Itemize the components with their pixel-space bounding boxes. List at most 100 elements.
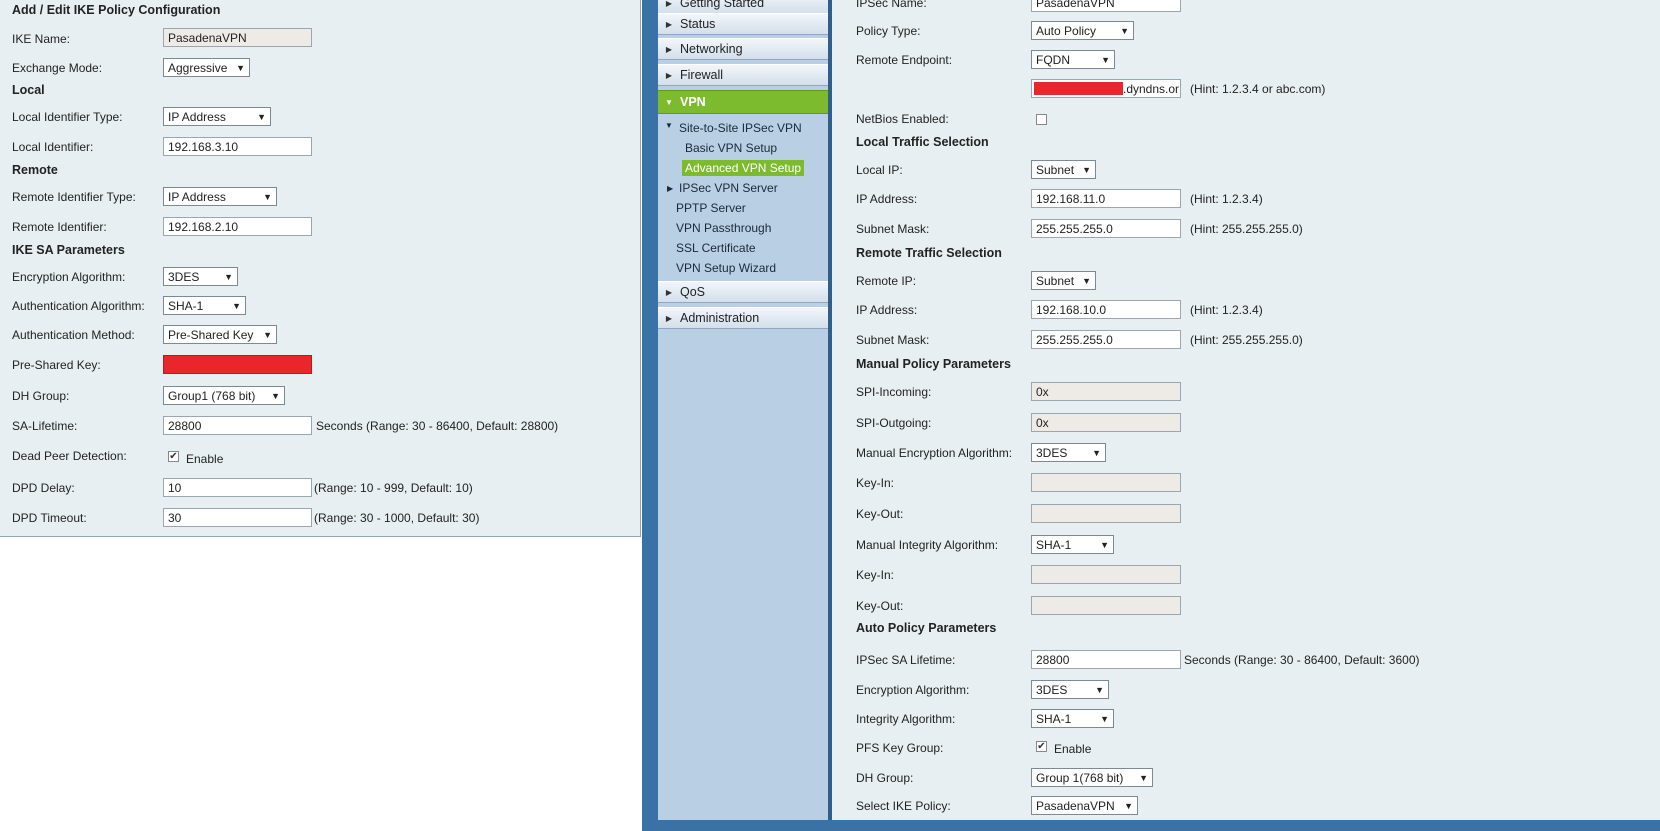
- triangle-down-icon: ▼: [665, 97, 673, 107]
- remote-id-field[interactable]: 192.168.2.10: [163, 217, 312, 236]
- remote-id-type-select[interactable]: IP Address ▼: [163, 187, 277, 206]
- key-out-label: Key-Out:: [856, 507, 904, 521]
- triangle-right-icon: ▶: [665, 287, 673, 297]
- manual-integrity-label: Manual Integrity Algorithm:: [856, 538, 999, 552]
- auto-integrity-label: Integrity Algorithm:: [856, 712, 956, 726]
- local-ip-select[interactable]: Subnet ▼: [1031, 160, 1096, 179]
- local-mask-field[interactable]: 255.255.255.0: [1031, 219, 1181, 238]
- nav-qos[interactable]: ▶ QoS: [658, 281, 828, 303]
- local-ip-value: Subnet: [1036, 162, 1075, 177]
- auto-encryption-value: 3DES: [1036, 682, 1068, 697]
- remote-mask-field[interactable]: 255.255.255.0: [1031, 330, 1181, 349]
- remote-endpoint-select[interactable]: FQDN ▼: [1031, 50, 1115, 69]
- nav-administration[interactable]: ▶ Administration: [658, 307, 828, 329]
- pfs-enable-label: Enable: [1054, 742, 1092, 756]
- nav-getting-started[interactable]: ▶ Getting Started: [658, 0, 828, 14]
- psk-label: Pre-Shared Key:: [12, 358, 101, 372]
- nav-vpn-label: VPN: [680, 95, 706, 109]
- auto-policy-heading: Auto Policy Parameters: [856, 621, 997, 635]
- auto-dh-group-label: DH Group:: [856, 771, 914, 785]
- remote-heading: Remote: [12, 163, 58, 177]
- pfs-label: PFS Key Group:: [856, 741, 944, 755]
- ipsec-name-field[interactable]: PasadenaVPN: [1031, 0, 1181, 12]
- select-ike-policy-select[interactable]: PasadenaVPN ▼: [1031, 796, 1138, 815]
- page-title: Add / Edit IKE Policy Configuration: [12, 3, 221, 17]
- manual-integrity-select[interactable]: SHA-1 ▼: [1031, 535, 1114, 554]
- dpd-delay-hint: (Range: 10 - 999, Default: 10): [314, 481, 473, 495]
- nav-administration-label: Administration: [680, 311, 760, 325]
- ike-name-field[interactable]: PasadenaVPN: [163, 28, 312, 47]
- spi-outgoing-field[interactable]: 0x: [1031, 413, 1181, 432]
- ipsec-policy-panel: [832, 0, 1660, 820]
- auto-dh-group-select[interactable]: Group 1(768 bit) ▼: [1031, 768, 1153, 787]
- sa-lifetime-field[interactable]: 28800: [163, 416, 312, 435]
- remote-endpoint-label: Remote Endpoint:: [856, 53, 953, 67]
- remote-endpoint-address-field[interactable]: .dyndns.or: [1031, 79, 1181, 98]
- pfs-checkbox[interactable]: ✔: [1036, 741, 1047, 752]
- dpd-checkbox[interactable]: ✔: [168, 451, 179, 462]
- dpd-delay-field[interactable]: 10: [163, 478, 312, 497]
- auth-algorithm-select[interactable]: SHA-1 ▼: [163, 296, 246, 315]
- nav-ipsec-vpn-server[interactable]: IPSec VPN Server: [679, 181, 778, 195]
- dpd-timeout-field[interactable]: 30: [163, 508, 312, 527]
- spi-incoming-field[interactable]: 0x: [1031, 382, 1181, 401]
- local-address-field[interactable]: 192.168.11.0: [1031, 189, 1181, 208]
- key-out-field[interactable]: [1031, 504, 1181, 523]
- auto-dh-group-value: Group 1(768 bit): [1036, 770, 1124, 785]
- nav-networking-label: Networking: [680, 42, 743, 56]
- local-id-type-label: Local Identifier Type:: [12, 110, 123, 124]
- key-out-2-field[interactable]: [1031, 596, 1181, 615]
- auto-integrity-select[interactable]: SHA-1 ▼: [1031, 709, 1114, 728]
- nav-basic-vpn-setup[interactable]: Basic VPN Setup: [685, 141, 777, 155]
- nav-advanced-vpn-setup[interactable]: Advanced VPN Setup: [682, 160, 805, 176]
- nav-vpn-passthrough[interactable]: VPN Passthrough: [676, 221, 771, 235]
- chevron-down-icon: ▼: [224, 271, 233, 282]
- local-id-field[interactable]: 192.168.3.10: [163, 137, 312, 156]
- ipsec-sa-lifetime-field[interactable]: 28800: [1031, 650, 1181, 669]
- auto-encryption-select[interactable]: 3DES ▼: [1031, 680, 1109, 699]
- chevron-down-icon: ▼: [1101, 54, 1110, 65]
- nav-vpn-setup-wizard[interactable]: VPN Setup Wizard: [676, 261, 776, 275]
- psk-field[interactable]: [163, 355, 312, 374]
- remote-traffic-heading: Remote Traffic Selection: [856, 246, 1002, 260]
- local-id-type-select[interactable]: IP Address ▼: [163, 107, 271, 126]
- triangle-down-icon: ▼: [665, 121, 673, 130]
- netbios-checkbox[interactable]: [1036, 114, 1047, 125]
- select-ike-policy-value: PasadenaVPN: [1036, 798, 1115, 813]
- exchange-mode-label: Exchange Mode:: [12, 61, 103, 75]
- exchange-mode-value: Aggressive: [168, 60, 228, 75]
- remote-address-field[interactable]: 192.168.10.0: [1031, 300, 1181, 319]
- ike-sa-heading: IKE SA Parameters: [12, 243, 125, 257]
- local-address-hint: (Hint: 1.2.3.4): [1190, 192, 1263, 206]
- dh-group-label: DH Group:: [12, 389, 70, 403]
- auto-encryption-label: Encryption Algorithm:: [856, 683, 970, 697]
- dpd-timeout-hint: (Range: 30 - 1000, Default: 30): [314, 511, 480, 525]
- key-in-2-field[interactable]: [1031, 565, 1181, 584]
- nav-status[interactable]: ▶ Status: [658, 13, 828, 35]
- key-in-field[interactable]: [1031, 473, 1181, 492]
- auth-method-select[interactable]: Pre-Shared Key ▼: [163, 325, 277, 344]
- dh-group-select[interactable]: Group1 (768 bit) ▼: [163, 386, 285, 405]
- manual-encryption-select[interactable]: 3DES ▼: [1031, 443, 1106, 462]
- manual-policy-heading: Manual Policy Parameters: [856, 357, 1011, 371]
- chevron-down-icon: ▼: [263, 191, 272, 202]
- exchange-mode-select[interactable]: Aggressive ▼: [163, 58, 250, 77]
- policy-type-select[interactable]: Auto Policy ▼: [1031, 21, 1134, 40]
- nav-ssl-certificate[interactable]: SSL Certificate: [676, 241, 756, 255]
- triangle-right-icon: ▶: [665, 19, 673, 29]
- nav-firewall-label: Firewall: [680, 68, 724, 82]
- key-out-2-label: Key-Out:: [856, 599, 904, 613]
- nav-vpn[interactable]: ▼ VPN: [658, 90, 828, 114]
- nav-networking[interactable]: ▶ Networking: [658, 38, 828, 60]
- encryption-algorithm-value: 3DES: [168, 269, 200, 284]
- remote-ip-select[interactable]: Subnet ▼: [1031, 271, 1096, 290]
- sa-lifetime-label: SA-Lifetime:: [12, 419, 78, 433]
- remote-mask-label: Subnet Mask:: [856, 333, 930, 347]
- remote-id-type-value: IP Address: [168, 189, 226, 204]
- nav-site-to-site[interactable]: Site-to-Site IPSec VPN: [679, 121, 802, 135]
- nav-pptp-server[interactable]: PPTP Server: [676, 201, 746, 215]
- nav-firewall[interactable]: ▶ Firewall: [658, 64, 828, 86]
- encryption-algorithm-select[interactable]: 3DES ▼: [163, 267, 238, 286]
- select-ike-policy-label: Select IKE Policy:: [856, 799, 951, 813]
- spi-incoming-label: SPI-Incoming:: [856, 385, 932, 399]
